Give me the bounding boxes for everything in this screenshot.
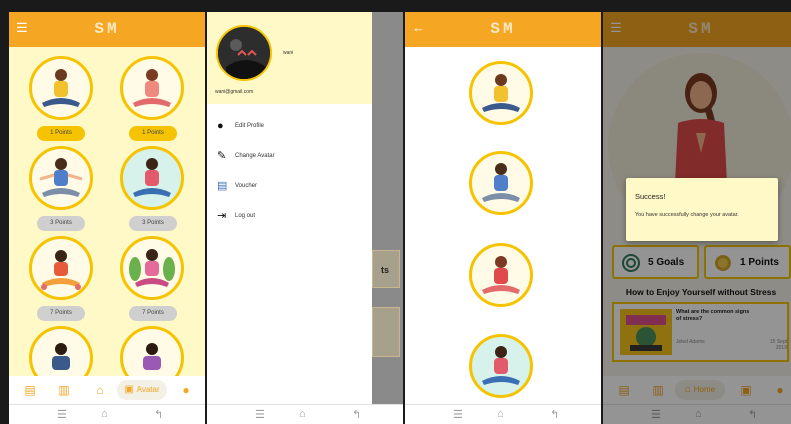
drawer-email: wani@gmail.com (215, 89, 254, 95)
app-bar: ← SM (405, 12, 601, 47)
nav-avatar-tab[interactable]: ▣ Avatar (117, 380, 167, 400)
yogi-figure-icon (482, 256, 520, 294)
points-badge: 3 Points (37, 216, 85, 231)
drawer-item-label: Log out (235, 213, 256, 219)
change-avatar-screen: ← SM ☰ ⌂ ↰ (405, 12, 601, 424)
nav-book-icon[interactable]: ▥ (57, 380, 71, 400)
system-nav-bar: ☰ ⌂ ↰ (9, 404, 205, 424)
yogi-figure-icon (143, 343, 161, 370)
yogi-figure-icon (129, 249, 175, 287)
system-home-icon[interactable]: ⌂ (101, 408, 108, 420)
yogi-figure-icon (482, 74, 520, 112)
drawer-item-voucher[interactable]: ▤ Voucher (217, 180, 367, 194)
recent-apps-icon[interactable]: ☰ (453, 408, 463, 421)
nav-notes-icon[interactable]: ▤ (23, 380, 37, 400)
system-back-icon[interactable]: ↰ (352, 408, 361, 421)
avatar-option-teal-yogi[interactable] (120, 146, 184, 210)
points-badge: 3 Points (129, 216, 177, 231)
app-bar: ☰ SM (9, 12, 205, 47)
system-back-icon[interactable]: ↰ (550, 408, 559, 421)
nav-profile-icon[interactable]: ● (179, 380, 193, 400)
avatar-screen: ☰ SM 1 Points 1 Points 3 Points 3 Points… (9, 12, 205, 424)
avatar-option-yellow-yogi[interactable] (469, 61, 533, 125)
system-back-icon[interactable]: ↰ (154, 408, 163, 421)
avatar-option-blue-yogi[interactable] (469, 151, 533, 215)
camera-icon: ▣ (124, 384, 137, 395)
drawer-item-label: Voucher (235, 183, 258, 189)
bottom-nav: ▤ ▥ ⌂ ▣ Avatar ● (9, 376, 205, 404)
drawer-item-label: Edit Profile (235, 123, 265, 129)
points-badge: 1 Points (129, 126, 177, 141)
drawer-scrim[interactable] (372, 12, 403, 424)
system-home-icon[interactable]: ⌂ (299, 408, 306, 420)
pencil-icon: ✎ (217, 150, 227, 162)
yogi-figure-icon (482, 163, 520, 202)
drawer-item-edit-profile[interactable]: ● Edit Profile (217, 120, 367, 134)
avatar-grid: 1 Points 1 Points 3 Points 3 Points 7 Po… (9, 47, 205, 376)
yogi-figure-icon (482, 346, 520, 385)
logout-icon: ⇥ (217, 210, 227, 222)
avatar-option-teal-yogi[interactable] (469, 334, 533, 398)
home-screen: ☰ SM 5 Goals 1 Points How to Enjoy Yours… (603, 12, 791, 424)
navigation-drawer: wani wani@gmail.com ● Edit Profile ✎ Cha… (207, 12, 372, 404)
recent-apps-icon[interactable]: ☰ (57, 408, 67, 421)
dialog-title: Success! (635, 192, 666, 201)
nav-avatar-label: Avatar (136, 385, 160, 394)
voucher-icon: ▤ (217, 180, 228, 192)
success-dialog: Success! You have successfully change yo… (626, 178, 778, 241)
app-logo: SM (94, 20, 120, 38)
system-nav-bar: ☰ ⌂ ↰ (207, 404, 403, 424)
avatar-option-orange-yogi[interactable] (29, 236, 93, 300)
points-badge: 1 Points (37, 126, 85, 141)
yogi-figure-icon (39, 158, 83, 197)
system-nav-bar: ☰ ⌂ ↰ (405, 404, 601, 424)
avatar-option-pink-yogi[interactable] (120, 56, 184, 120)
yogi-figure-icon (133, 158, 171, 197)
app-logo: SM (490, 20, 516, 38)
points-badge: 7 Points (37, 306, 85, 321)
avatar-option-pink-yogi[interactable] (469, 243, 533, 307)
yogi-figure-icon (41, 250, 81, 290)
points-badge: 7 Points (129, 306, 177, 321)
drawer-item-change-avatar[interactable]: ✎ Change Avatar (217, 150, 367, 164)
account-icon: ● (217, 120, 224, 132)
recent-apps-icon[interactable]: ☰ (255, 408, 265, 421)
yogi-figure-icon (42, 69, 80, 107)
avatar-option-purple-yogi[interactable] (120, 326, 184, 376)
drawer-username: wani (283, 50, 294, 56)
avatar-option-yellow-yogi[interactable] (29, 56, 93, 120)
avatar-option-green-yogi[interactable] (120, 236, 184, 300)
yogi-figure-icon (133, 69, 171, 107)
dialog-message: You have successfully change your avatar… (635, 212, 739, 218)
screenshot-collage: ☰ SM 1 Points 1 Points 3 Points 3 Points… (0, 0, 791, 424)
avatar-list (405, 47, 601, 404)
system-home-icon[interactable]: ⌂ (497, 408, 504, 420)
drawer-header: wani wani@gmail.com (207, 12, 372, 104)
profile-photo-icon (218, 27, 270, 79)
avatar-option-blue-yogi[interactable] (29, 146, 93, 210)
nav-home-icon[interactable]: ⌂ (93, 380, 107, 400)
drawer-item-logout[interactable]: ⇥ Log out (217, 210, 367, 224)
profile-avatar[interactable] (216, 25, 272, 81)
background-card (372, 307, 400, 357)
avatar-option-navy-yogi[interactable] (29, 326, 93, 376)
drawer-item-label: Change Avatar (235, 153, 275, 159)
background-card: ts (372, 250, 400, 288)
yogi-figure-icon (52, 343, 70, 370)
drawer-screen: ts wani wani@gmail.com ● Edit Profile ✎ … (207, 12, 403, 424)
